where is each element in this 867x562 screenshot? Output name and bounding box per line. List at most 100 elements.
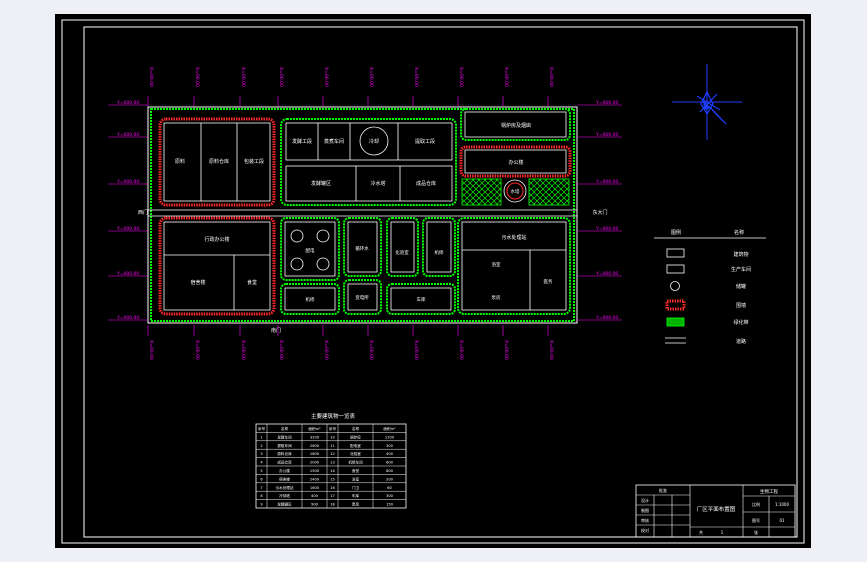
coordinate-label: X=00.00 xyxy=(278,67,284,87)
coordinate-label: X=00.00 xyxy=(548,340,554,360)
tb-label-3: 校对 xyxy=(641,527,649,533)
label-b13: 行政办公楼 xyxy=(204,236,229,243)
table-cell: 提取车间 xyxy=(277,443,292,448)
label-b1: 原料 xyxy=(175,158,185,165)
legend-symbol-greenbelt xyxy=(666,317,685,327)
table-header-cell: 名称 xyxy=(281,426,289,431)
table-cell: 800 xyxy=(386,469,394,473)
label-b6: 冷却 xyxy=(369,138,379,145)
coordinate-label: X=00.00 xyxy=(503,340,509,360)
tb-page: 1 xyxy=(721,530,724,535)
tb-scale: 1:1000 xyxy=(775,502,790,507)
table-cell: 泵房 xyxy=(352,502,360,507)
table-cell: 10 xyxy=(330,435,335,439)
label-b19: 配电 xyxy=(306,247,315,254)
tb-label-0: 设计 xyxy=(641,497,649,503)
table-cell: 成品仓库 xyxy=(277,460,292,465)
table-cell: 300 xyxy=(386,494,394,498)
label-b9: 办公楼 xyxy=(508,159,523,166)
table-cell: 17 xyxy=(330,494,335,498)
table-cell: 化验室 xyxy=(350,451,361,456)
coordinate-label: X=00.00 xyxy=(240,67,246,87)
table-cell: 7 xyxy=(260,486,262,490)
label-b28: 水塔 xyxy=(511,188,520,195)
table-header-cell: 名称 xyxy=(352,426,360,431)
table-cell: 车库 xyxy=(352,493,360,498)
coordinate-label: X=00.00 xyxy=(278,340,284,360)
label-b8: 锅炉房及烟囱 xyxy=(501,122,531,129)
table-header-cell: 序号 xyxy=(329,426,337,431)
label-b12: 成品仓库 xyxy=(416,180,436,187)
table-title: 主要建筑物一览表 xyxy=(311,412,356,420)
table-cell: 200 xyxy=(386,477,394,481)
table-cell: 13 xyxy=(330,461,335,465)
legend-item-3: 围墙 xyxy=(736,302,746,309)
table-cell: 宿舍楼 xyxy=(279,476,290,481)
label-b7: 提取工段 xyxy=(415,138,435,145)
coordinate-label: X=00.00 xyxy=(323,340,329,360)
label-b11: 冷水塔 xyxy=(370,180,385,187)
table-cell: 2000 xyxy=(310,461,320,465)
drawing-title: 厂区平面布置图 xyxy=(697,505,736,513)
drawing-sheet xyxy=(55,14,811,548)
table-cell: 5 xyxy=(260,469,262,473)
table-cell: 门卫 xyxy=(352,485,360,490)
label-b4: 发酵工段 xyxy=(292,138,312,145)
tb-label-4: 批准 xyxy=(659,487,667,493)
table-cell: 18 xyxy=(330,503,335,507)
coordinate-label: X=00.00 xyxy=(413,340,419,360)
cad-drawing-canvas: 原料 原料仓库 包装工段 发酵工段 蒸煮车间 冷却 提取工段 发酵罐区 冷水塔 … xyxy=(55,14,811,548)
label-b3: 包装工段 xyxy=(244,158,264,165)
coordinate-label: X=00.00 xyxy=(194,67,200,87)
table-header-cell: 序号 xyxy=(258,426,266,431)
label-b2: 原料仓库 xyxy=(209,158,229,165)
table-cell: 150 xyxy=(386,503,394,507)
table-cell: 14 xyxy=(330,469,335,473)
coordinate-label: X=00.00 xyxy=(368,340,374,360)
table-cell: 3 xyxy=(260,452,262,456)
table-cell: 1500 xyxy=(310,469,320,473)
table-cell: 300 xyxy=(386,444,394,448)
table-cell: 冷却塔 xyxy=(279,493,290,498)
tb-label-2: 审核 xyxy=(641,517,649,523)
table-cell: 2600 xyxy=(310,444,320,448)
legend-head-name: 名称 xyxy=(734,229,744,236)
table-header-cell: 面积m² xyxy=(383,426,396,431)
table-cell: 400 xyxy=(311,494,319,498)
coordinate-label: X=00.00 xyxy=(548,67,554,87)
legend-item-2: 储罐 xyxy=(736,283,746,290)
coordinate-label: X=00.00 xyxy=(148,340,154,360)
legend-head-symbol: 图例 xyxy=(671,229,681,236)
coordinate-label: X=00.00 xyxy=(368,67,374,87)
table-cell: 600 xyxy=(386,461,394,465)
tb-scale-label: 比例 xyxy=(752,501,760,507)
table-cell: 15 xyxy=(330,477,335,481)
label-b18: 变电所 xyxy=(355,294,369,301)
table-cell: 1800 xyxy=(310,452,320,456)
table-cell: 办公楼 xyxy=(279,468,290,473)
table-cell: 900 xyxy=(311,503,319,507)
label-b14: 食堂 xyxy=(247,279,257,286)
tb-label-1: 制图 xyxy=(641,507,649,513)
coordinate-label: X=00.00 xyxy=(458,340,464,360)
label-b5: 蒸煮车间 xyxy=(324,138,344,145)
coordinate-label: X=00.00 xyxy=(503,67,509,87)
coordinate-label: X=00.00 xyxy=(458,67,464,87)
table-cell: 1200 xyxy=(385,435,395,439)
tb-page-label: 共 xyxy=(699,529,703,535)
label-b15: 宿舍楼 xyxy=(190,279,205,286)
label-b22: 机修 xyxy=(435,249,444,256)
label-b17: 机修 xyxy=(306,296,315,303)
label-b10: 发酵罐区 xyxy=(311,180,331,187)
label-b21: 化验室 xyxy=(395,249,409,256)
tb-school: 生物工程 xyxy=(760,488,778,495)
label-b24: 车库 xyxy=(417,296,426,303)
table-cell: 机修车间 xyxy=(348,460,363,465)
table-cell: 2 xyxy=(260,444,262,448)
table-cell: 400 xyxy=(386,452,394,456)
table-cell: 污水处理站 xyxy=(276,485,294,490)
label-b20: 循环水 xyxy=(355,245,369,252)
table-cell: 1600 xyxy=(310,486,320,490)
table-header-cell: 面积m² xyxy=(308,426,321,431)
legend-item-4: 绿化带 xyxy=(733,319,748,326)
